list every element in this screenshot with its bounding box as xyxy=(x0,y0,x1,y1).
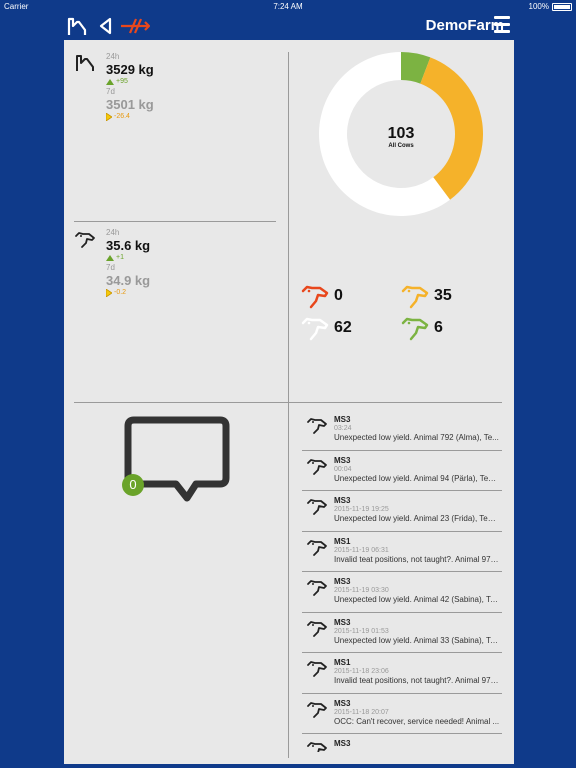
message-text: Unexpected low yield. Animal 23 (Frida),… xyxy=(334,514,500,523)
message-row[interactable]: MS3 2015-11-19 03:30 Unexpected low yiel… xyxy=(302,572,502,613)
milk-7d-delta-value: -26.4 xyxy=(114,113,130,120)
dashboard-panel: 24h 3529 kg +95 7d 3501 kg -26.4 24h 35.… xyxy=(64,40,514,764)
message-text: Unexpected low yield. Animal 42 (Sabina)… xyxy=(334,595,500,604)
cow-group-green-count: 6 xyxy=(434,319,443,336)
divider-milk-feed xyxy=(74,221,276,222)
cow-head-icon xyxy=(307,418,327,434)
message-row[interactable]: MS3 2015-11-18 20:07 OCC: Can't recover,… xyxy=(302,694,502,734)
cow-head-icon xyxy=(307,580,327,596)
feed-24h-delta-value: +1 xyxy=(116,254,124,261)
message-title: MS3 xyxy=(334,577,351,586)
clock: 7:24 AM xyxy=(273,2,303,11)
cow-head-green-icon xyxy=(401,317,429,341)
cow-head-icon xyxy=(307,499,327,515)
cow-head-icon xyxy=(307,701,327,718)
message-text: Invalid teat positions, not taught?. Ani… xyxy=(334,554,500,564)
message-time: 2015-11-19 03:30 xyxy=(334,587,389,594)
message-time: 2015-11-18 20:07 xyxy=(334,708,389,716)
feed-24h-value: 35.6 kg xyxy=(106,238,151,253)
message-time: 2015-11-19 06:31 xyxy=(334,546,389,554)
message-row[interactable]: MS3 2015-11-19 01:53 Unexpected low yiel… xyxy=(302,613,502,653)
cow-head-icon xyxy=(75,232,95,248)
top-bar: DemoFarm xyxy=(0,12,576,40)
back-icon[interactable] xyxy=(98,16,112,36)
message-time: 2015-11-19 01:53 xyxy=(334,627,389,635)
milking-robot-icon xyxy=(76,55,94,71)
cow-head-icon xyxy=(307,620,327,637)
message-text: Invalid teat positions, not taught?. Ani… xyxy=(334,676,500,685)
battery-indicator: 100% xyxy=(529,2,572,11)
cow-group-red-count: 0 xyxy=(334,287,343,304)
milk-24h-delta-value: +95 xyxy=(116,78,128,85)
message-time: 2015-11-18 23:06 xyxy=(334,668,389,675)
cow-head-icon xyxy=(307,458,327,475)
milk-7d-delta: -26.4 xyxy=(106,112,226,122)
message-row[interactable]: MS3 2015-11-19 19:25 Unexpected low yiel… xyxy=(302,491,502,532)
milk-24h-label: 24h xyxy=(106,52,120,61)
message-time: 2015-11-19 19:25 xyxy=(334,506,389,513)
message-row[interactable]: MS1 2015-11-19 06:31 Invalid teat positi… xyxy=(302,532,502,572)
message-row[interactable]: MS3 00:04 Unexpected low yield. Animal 9… xyxy=(302,451,502,491)
cow-head-orange-icon xyxy=(401,285,429,309)
status-bar: Carrier 7:24 AM 100% xyxy=(0,0,576,12)
vertical-divider xyxy=(288,52,289,758)
up-triangle-icon xyxy=(106,255,114,261)
cow-head-icon xyxy=(307,539,327,556)
feed-7d-value: 34.9 kg xyxy=(106,273,151,288)
message-bubble-icon[interactable] xyxy=(124,416,230,510)
cow-group-green[interactable]: 6 xyxy=(400,313,443,343)
cow-group-orange[interactable]: 35 xyxy=(400,281,452,311)
total-cows-count: 103 xyxy=(387,125,415,142)
message-text: Unexpected low yield. Animal 792 (Alma),… xyxy=(334,433,499,442)
cow-head-white-icon xyxy=(301,317,329,341)
right-triangle-icon xyxy=(106,113,112,121)
milking-robot-icon[interactable] xyxy=(66,16,88,36)
milk-24h-delta: +95 xyxy=(106,77,226,87)
right-triangle-icon xyxy=(106,289,112,297)
milk-7d-value: 3501 kg xyxy=(106,97,154,112)
unread-messages-badge: 0 xyxy=(122,474,144,496)
message-row[interactable]: MS1 2015-11-18 23:06 Invalid teat positi… xyxy=(302,653,502,694)
message-title: MS3 xyxy=(334,617,351,627)
connection-broken-icon[interactable] xyxy=(120,16,150,36)
message-time: 00:04 xyxy=(334,465,352,473)
cow-group-orange-count: 35 xyxy=(434,287,452,304)
battery-percent: 100% xyxy=(528,2,549,11)
message-text: OCC: Can't recover, service needed! Anim… xyxy=(334,716,500,726)
feed-7d-delta-value: -0.2 xyxy=(114,289,127,296)
message-title: MS3 xyxy=(334,455,351,465)
message-list[interactable]: MS3 03:24 Unexpected low yield. Animal 7… xyxy=(302,410,502,752)
feed-24h-label: 24h xyxy=(106,228,120,237)
donut-center: 103 All Cows xyxy=(319,125,483,149)
cow-group-red[interactable]: 0 xyxy=(300,281,343,311)
message-title: MS1 xyxy=(334,658,351,667)
battery-icon xyxy=(552,2,572,11)
message-time: 03:24 xyxy=(334,425,352,432)
hamburger-menu-icon[interactable] xyxy=(494,16,510,34)
total-cows-label: All Cows xyxy=(388,143,414,149)
feed-7d-label: 7d xyxy=(106,263,115,272)
message-title: MS1 xyxy=(334,536,351,546)
up-triangle-icon xyxy=(106,79,114,85)
message-title: MS3 xyxy=(334,739,351,748)
cow-head-icon xyxy=(307,742,327,752)
message-row[interactable]: MS3 03:24 Unexpected low yield. Animal 7… xyxy=(302,410,502,451)
message-text: Unexpected low yield. Animal 94 (Pärla),… xyxy=(334,473,500,483)
cow-head-red-icon xyxy=(301,285,329,309)
divider-main xyxy=(74,402,502,403)
feed-24h-delta: +1 xyxy=(106,253,226,263)
message-title: MS3 xyxy=(334,496,351,505)
message-row[interactable]: MS3 xyxy=(302,734,502,752)
cow-group-white-count: 62 xyxy=(334,319,352,336)
milk-7d-label: 7d xyxy=(106,87,115,96)
feed-7d-delta: -0.2 xyxy=(106,288,226,298)
milk-24h-value: 3529 kg xyxy=(106,62,154,77)
cow-group-white[interactable]: 62 xyxy=(300,313,352,343)
message-title: MS3 xyxy=(334,415,351,424)
message-text: Unexpected low yield. Animal 33 (Sabina)… xyxy=(334,635,500,645)
cow-head-icon xyxy=(307,661,327,677)
farm-name[interactable]: DemoFarm xyxy=(426,17,504,34)
message-title: MS3 xyxy=(334,698,351,708)
